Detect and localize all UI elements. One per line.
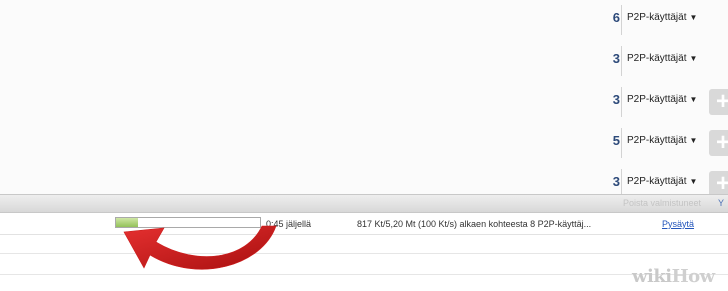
curved-arrow-icon (123, 225, 277, 270)
wikihow-watermark: wikiHow (632, 266, 715, 287)
